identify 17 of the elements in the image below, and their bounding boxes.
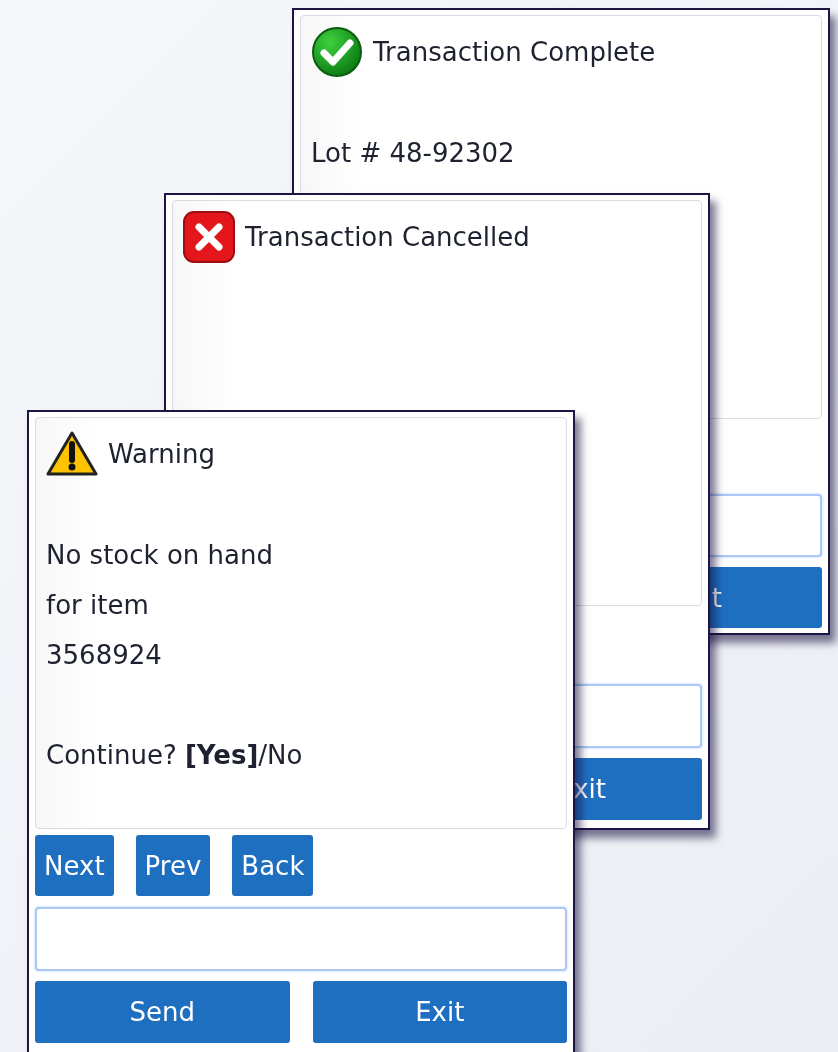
message-text: Lot # 48-92302	[311, 137, 516, 170]
message-text: 3568924	[46, 639, 163, 672]
input-field[interactable]	[35, 907, 567, 971]
nav-button[interactable]: Next	[35, 835, 114, 896]
x-mark-icon	[183, 211, 235, 263]
checkmark-icon	[311, 26, 363, 78]
exit-button[interactable]: Exit	[312, 981, 567, 1043]
nav-button[interactable]: Prev	[135, 835, 211, 896]
warning-icon	[46, 431, 98, 477]
dialog-title: Warning	[108, 439, 215, 469]
message-text: No stock on hand	[46, 539, 274, 572]
message-text: Continue? [Yes]/No	[46, 739, 304, 772]
dialog-title: Transaction Complete	[373, 37, 656, 67]
message-text: for item	[46, 589, 150, 622]
send-button[interactable]: Send	[35, 981, 290, 1043]
nav-button[interactable]: Back	[232, 835, 314, 896]
dialog-title: Transaction Cancelled	[245, 222, 530, 252]
